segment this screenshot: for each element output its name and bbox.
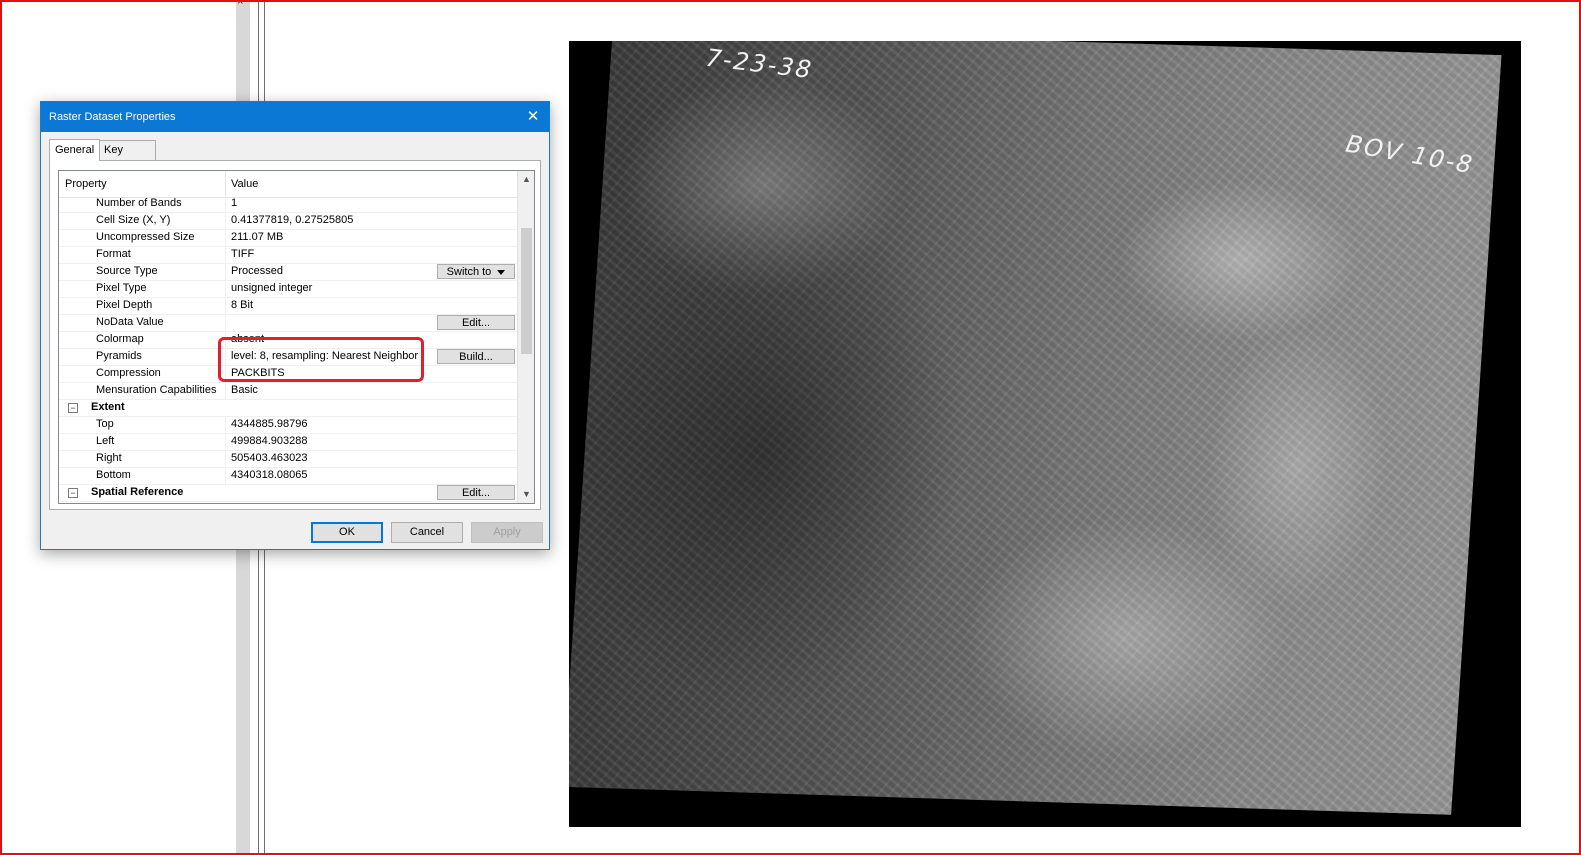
photo-id-stamp: BOV 10-8 <box>1343 129 1477 180</box>
property-name: Pyramids <box>96 350 142 362</box>
tab-general[interactable]: General <box>49 139 101 161</box>
table-row[interactable]: Top 4344885.98796 <box>59 417 517 434</box>
table-row[interactable]: Bottom 4340318.08065 <box>59 468 517 485</box>
table-row[interactable]: Source Type Processed Switch to <box>59 264 517 281</box>
column-divider <box>225 468 226 485</box>
group-label-extent: Extent <box>91 401 125 413</box>
scroll-down-icon[interactable]: ▼ <box>518 486 534 503</box>
ok-button[interactable]: OK <box>311 522 383 543</box>
table-row[interactable]: Right 505403.463023 <box>59 451 517 468</box>
property-name: Top <box>96 418 114 430</box>
table-row[interactable]: Format TIFF <box>59 247 517 264</box>
column-divider <box>225 417 226 434</box>
spatial-reference-edit-button[interactable]: Edit... <box>437 485 515 500</box>
photo-date-stamp: 7-23-38 <box>704 43 815 85</box>
table-row[interactable]: Compression PACKBITS <box>59 366 517 383</box>
property-name: Pixel Type <box>96 282 147 294</box>
column-divider <box>225 230 226 247</box>
column-divider <box>225 349 226 366</box>
column-divider <box>225 434 226 451</box>
column-divider <box>225 247 226 264</box>
raster-dataset-properties-dialog: Raster Dataset Properties ✕ General Key … <box>40 101 550 550</box>
column-divider <box>225 281 226 298</box>
scroll-thumb[interactable] <box>521 228 532 354</box>
table-row[interactable]: Pixel Depth 8 Bit <box>59 298 517 315</box>
column-divider <box>225 383 226 400</box>
property-value: level: 8, resampling: Nearest Neighbor <box>231 350 419 362</box>
property-name: Uncompressed Size <box>96 231 195 243</box>
property-name: Compression <box>96 367 161 379</box>
collapse-icon[interactable]: − <box>68 403 78 413</box>
property-name: Pixel Depth <box>96 299 153 311</box>
table-row[interactable]: Number of Bands 1 <box>59 196 517 213</box>
column-header-property: Property <box>65 178 107 190</box>
property-value: 0.41377819, 0.27525805 <box>231 214 354 226</box>
property-value: 505403.463023 <box>231 452 308 464</box>
column-divider <box>225 332 226 349</box>
property-value: TIFF <box>231 248 255 260</box>
property-value: unsigned integer <box>231 282 313 294</box>
property-value: Processed <box>231 265 283 277</box>
property-value: 1 <box>231 197 238 209</box>
property-value: absent <box>231 333 265 345</box>
property-name: NoData Value <box>96 316 164 328</box>
column-divider <box>225 451 226 468</box>
property-value: Basic <box>231 384 258 396</box>
group-label-spatial-reference: Spatial Reference <box>91 486 184 498</box>
apply-button[interactable]: Apply <box>471 522 543 543</box>
aerial-photo: 7-23-38 BOV 10-8 <box>569 41 1502 815</box>
chevron-down-icon <box>497 269 506 275</box>
header-divider <box>225 171 226 197</box>
close-icon[interactable]: × <box>237 0 243 8</box>
property-value: 4340318.08065 <box>231 469 308 481</box>
table-row[interactable]: Mensuration Capabilities Basic <box>59 383 517 400</box>
table-row[interactable]: NoData Value Edit... <box>59 315 517 332</box>
property-value: 8 Bit <box>231 299 254 311</box>
property-name: Colormap <box>96 333 144 345</box>
property-name: Format <box>96 248 131 260</box>
aerial-photo-view[interactable]: 7-23-38 BOV 10-8 <box>569 41 1521 827</box>
property-name: Number of Bands <box>96 197 182 209</box>
property-name: Left <box>96 435 115 447</box>
scroll-up-icon[interactable]: ▲ <box>518 171 534 188</box>
column-divider <box>225 264 226 281</box>
nodata-edit-button[interactable]: Edit... <box>437 315 515 330</box>
group-row-extent[interactable]: − Extent <box>59 400 517 417</box>
tab-key-metadata[interactable]: Key Metadata <box>98 140 156 175</box>
grid-scrollbar[interactable]: ▲ ▼ <box>517 171 534 503</box>
group-row-spatial-reference[interactable]: − Spatial Reference Edit... <box>59 485 517 502</box>
table-row[interactable]: Colormap absent <box>59 332 517 349</box>
column-divider <box>225 298 226 315</box>
property-name: Mensuration Capabilities <box>96 384 217 396</box>
property-name: Bottom <box>96 469 131 481</box>
close-icon[interactable]: ✕ <box>517 102 549 132</box>
column-divider <box>225 213 226 230</box>
collapse-icon[interactable]: − <box>68 488 78 498</box>
column-divider <box>225 315 226 332</box>
table-row[interactable]: Left 499884.903288 <box>59 434 517 451</box>
switch-to-dropdown[interactable]: Switch to <box>437 264 515 279</box>
property-value: 499884.903288 <box>231 435 308 447</box>
table-row[interactable]: Pixel Type unsigned integer <box>59 281 517 298</box>
property-grid[interactable]: Property Value Number of Bands 1 Cell Si… <box>58 170 535 504</box>
column-divider <box>225 366 226 383</box>
property-name: Source Type <box>96 265 158 277</box>
property-name: Cell Size (X, Y) <box>96 214 171 226</box>
property-value: PACKBITS <box>231 367 285 379</box>
dialog-title: Raster Dataset Properties <box>49 111 176 123</box>
cancel-button[interactable]: Cancel <box>391 522 463 543</box>
column-divider <box>225 196 226 213</box>
table-row[interactable]: Uncompressed Size 211.07 MB <box>59 230 517 247</box>
column-header-value: Value <box>231 178 259 190</box>
pyramids-build-button[interactable]: Build... <box>437 349 515 364</box>
switch-to-label: Switch to <box>446 266 492 278</box>
table-row[interactable]: Cell Size (X, Y) 0.41377819, 0.27525805 <box>59 213 517 230</box>
property-name: Right <box>96 452 122 464</box>
general-tab-panel: Property Value Number of Bands 1 Cell Si… <box>49 160 541 510</box>
grid-header: Property Value <box>59 171 517 198</box>
table-row[interactable]: Pyramids level: 8, resampling: Nearest N… <box>59 349 517 366</box>
property-value: 211.07 MB <box>231 231 284 243</box>
dialog-titlebar[interactable]: Raster Dataset Properties ✕ <box>41 102 549 132</box>
property-value: 4344885.98796 <box>231 418 308 430</box>
